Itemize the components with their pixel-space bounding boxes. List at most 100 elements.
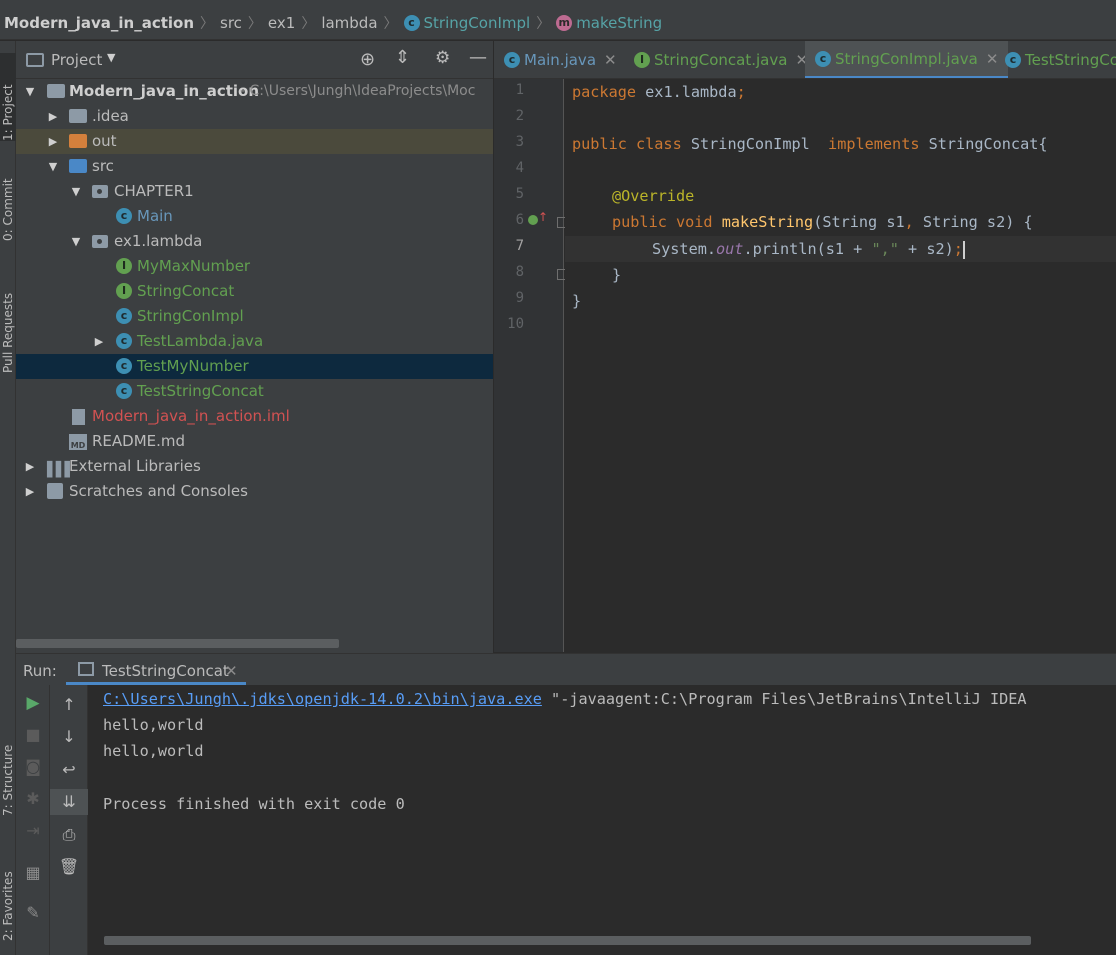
- close-icon[interactable]: ✕: [986, 41, 999, 78]
- login-icon[interactable]: ⇥: [16, 821, 50, 840]
- tree-item-testlambda[interactable]: ▶ c TestLambda.java: [16, 329, 493, 354]
- tree-item-stringconcat[interactable]: I StringConcat: [16, 279, 493, 304]
- gear-icon[interactable]: ⚙: [435, 48, 450, 68]
- tool-tab-favorites[interactable]: 2: Favorites: [0, 841, 16, 941]
- token-plain: (String s1: [813, 213, 905, 231]
- chevron-down-icon[interactable]: ▼: [24, 79, 36, 104]
- tree-item-teststringconcat[interactable]: c TestStringConcat: [16, 379, 493, 404]
- pin-icon[interactable]: ✎: [16, 903, 50, 922]
- chevron-down-icon[interactable]: ▼: [70, 179, 82, 204]
- close-icon[interactable]: ✕: [225, 662, 238, 680]
- module-folder-icon: [47, 84, 65, 98]
- horizontal-scrollbar[interactable]: [104, 936, 1031, 945]
- chevron-right-icon[interactable]: ▶: [47, 104, 59, 129]
- editor-tab-bar: c Main.java ✕ I StringConcat.java ✕ c St…: [494, 41, 1116, 79]
- chevron-down-icon[interactable]: ▼: [47, 154, 59, 179]
- run-console[interactable]: C:\Users\Jungh\.jdks\openjdk-14.0.2\bin\…: [88, 685, 1116, 955]
- java-exe-link[interactable]: C:\Users\Jungh\.jdks\openjdk-14.0.2\bin\…: [103, 690, 542, 708]
- tab-stringconimpl-java[interactable]: c StringConImpl.java ✕: [805, 41, 1009, 78]
- project-view-title[interactable]: Project: [51, 51, 102, 69]
- tree-item-project-root[interactable]: ▼ Modern_java_in_action - C:\Users\Jungh…: [16, 79, 493, 104]
- arrow-up-icon[interactable]: ↑: [538, 210, 548, 224]
- chevron-right-icon[interactable]: ▶: [47, 129, 59, 154]
- tree-item-src[interactable]: ▼ src: [16, 154, 493, 179]
- breadcrumb-project[interactable]: Modern_java_in_action: [4, 14, 194, 32]
- tree-item-label: MyMaxNumber: [137, 257, 251, 275]
- tab-main-java[interactable]: c Main.java ✕: [504, 41, 617, 78]
- tool-tab-pull-requests[interactable]: Pull Requests: [0, 263, 16, 373]
- tree-item-out[interactable]: ▶ out: [16, 129, 493, 154]
- code-editor[interactable]: package ex1.lambda; public class StringC…: [565, 79, 1116, 652]
- tree-item-main[interactable]: c Main: [16, 204, 493, 229]
- arrow-down-icon[interactable]: ↓: [50, 727, 88, 746]
- tree-item-external-libraries[interactable]: ▶ ▌▌▌ External Libraries: [16, 454, 493, 479]
- debug-icon[interactable]: ✱: [16, 789, 50, 808]
- breadcrumb-lambda[interactable]: lambda: [321, 14, 377, 32]
- tab-teststringconcat[interactable]: c TestStringCo: [1005, 41, 1116, 78]
- breadcrumb-src[interactable]: src: [220, 14, 242, 32]
- tree-item-mymaxnumber[interactable]: I MyMaxNumber: [16, 254, 493, 279]
- interface-icon: I: [116, 258, 132, 274]
- chevron-right-icon[interactable]: ▶: [93, 329, 105, 354]
- token-comma: ,: [904, 213, 914, 231]
- trash-icon[interactable]: 🗑: [50, 857, 88, 876]
- token-plain: }: [612, 266, 622, 284]
- breadcrumb-method[interactable]: makeString: [576, 14, 662, 32]
- print-icon[interactable]: ⎙: [50, 825, 88, 845]
- layout-icon[interactable]: ▦: [16, 863, 50, 882]
- camera-icon[interactable]: ◙: [16, 757, 50, 776]
- tree-item-label: StringConcat: [137, 282, 235, 300]
- collapse-all-icon[interactable]: ⇕: [395, 47, 410, 68]
- tree-item-iml[interactable]: Modern_java_in_action.iml: [16, 404, 493, 429]
- chevron-right-icon: 〉: [536, 15, 551, 32]
- tree-item-idea[interactable]: ▶ .idea: [16, 104, 493, 129]
- tool-tab-commit[interactable]: 0: Commit: [0, 151, 16, 241]
- close-icon[interactable]: ✕: [604, 41, 617, 78]
- tree-item-readme[interactable]: MD README.md: [16, 429, 493, 454]
- soft-wrap-icon[interactable]: ↩: [50, 760, 88, 779]
- locate-icon[interactable]: ⊕: [360, 49, 375, 70]
- tree-item-ex1-lambda[interactable]: ▼ ex1.lambda: [16, 229, 493, 254]
- runnable-class-icon: c: [116, 383, 132, 399]
- tab-stringconcat-java[interactable]: I StringConcat.java ✕: [634, 41, 808, 78]
- tree-item-label: .idea: [92, 107, 129, 125]
- tree-item-scratches[interactable]: ▶ Scratches and Consoles: [16, 479, 493, 504]
- chevron-right-icon[interactable]: ▶: [24, 454, 36, 479]
- implements-marker-icon[interactable]: [528, 215, 538, 225]
- minimize-icon[interactable]: —: [469, 47, 487, 68]
- chevron-down-icon[interactable]: ▼: [70, 229, 82, 254]
- package-icon: [92, 235, 108, 248]
- class-icon: c: [116, 308, 132, 324]
- left-tool-stripe: 1: Project 0: Commit Pull Requests 7: St…: [0, 41, 16, 955]
- console-command-line: C:\Users\Jungh\.jdks\openjdk-14.0.2\bin\…: [103, 686, 1027, 712]
- horizontal-scrollbar[interactable]: [16, 639, 339, 648]
- line-number: 1: [515, 82, 524, 98]
- tree-item-stringconimpl[interactable]: c StringConImpl: [16, 304, 493, 329]
- rerun-icon[interactable]: ▶: [16, 693, 50, 713]
- runnable-class-icon: c: [116, 333, 132, 349]
- breadcrumb-ex1[interactable]: ex1: [268, 14, 295, 32]
- tree-item-testmynumber[interactable]: c TestMyNumber: [16, 354, 493, 379]
- arrow-up-icon[interactable]: ↑: [50, 695, 88, 714]
- code-line-1: package ex1.lambda;: [572, 79, 746, 105]
- scroll-to-end-icon[interactable]: ⇊: [50, 789, 88, 815]
- tree-item-chapter1[interactable]: ▼ CHAPTER1: [16, 179, 493, 204]
- breadcrumb-class[interactable]: StringConImpl: [424, 14, 531, 32]
- chevron-right-icon[interactable]: ▶: [24, 479, 36, 504]
- run-tab-label[interactable]: TestStringConcat: [102, 662, 229, 680]
- token-plain: + s2): [898, 240, 954, 258]
- console-command-args: "-javaagent:C:\Program Files\JetBrains\I…: [541, 690, 1027, 708]
- tree-item-label: TestMyNumber: [137, 357, 249, 375]
- tree-item-label: TestStringConcat: [137, 382, 264, 400]
- markdown-file-icon: MD: [69, 434, 87, 450]
- tree-item-label: External Libraries: [69, 457, 201, 475]
- tool-tab-project[interactable]: 1: Project: [0, 53, 16, 141]
- chevron-right-icon: 〉: [383, 15, 398, 32]
- tool-tab-structure[interactable]: 7: Structure: [0, 721, 16, 816]
- line-number: 9: [515, 290, 524, 306]
- token-keyword: public void: [612, 213, 713, 231]
- class-icon: c: [116, 208, 132, 224]
- ide-window: Modern_java_in_action 〉 src 〉 ex1 〉 lamb…: [0, 0, 1116, 955]
- chevron-down-icon[interactable]: ▼: [107, 51, 115, 64]
- stop-icon[interactable]: ■: [16, 725, 50, 744]
